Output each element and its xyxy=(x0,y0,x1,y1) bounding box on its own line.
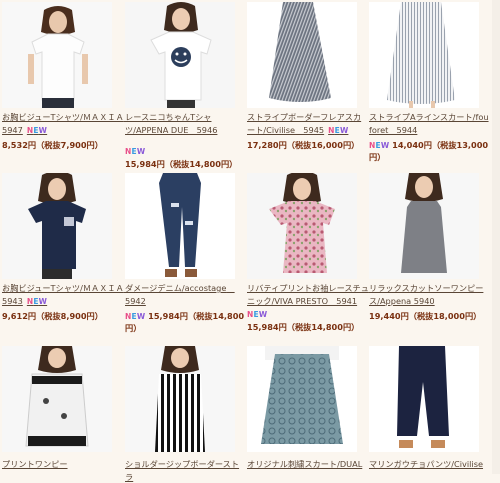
product-image[interactable] xyxy=(2,2,112,108)
product-title-link[interactable]: プリントワンピー xyxy=(2,458,124,471)
product-title-link[interactable]: レースニコちゃんTシャツ/APPENA DUE 5946 xyxy=(125,111,247,136)
product-image[interactable] xyxy=(247,173,357,279)
product-image[interactable] xyxy=(369,2,479,108)
new-badge: NEW xyxy=(125,312,146,321)
product-price: 19,440円（税抜18,000円） xyxy=(369,311,482,321)
product-image[interactable] xyxy=(247,346,357,452)
product-title-link[interactable]: リラックスカットソーワンピース/Appena 5940 xyxy=(369,282,491,307)
new-badge: NEW xyxy=(26,125,48,135)
product-image[interactable] xyxy=(125,346,235,452)
product-grid: お胸ビジューTシャツ/ＭＡＸＩＡ 5947 NEW 8,532円（税抜7,900円… xyxy=(0,0,500,482)
product-title-link[interactable]: お胸ビジューTシャツ/ＭＡＸＩＡ 5947 NEW xyxy=(2,111,132,137)
product-price: NEW 15,984円（税抜14,800円） xyxy=(125,147,247,170)
product-title-link[interactable]: リバティプリントお袖レースチュニック/VIVA PRESTO 5941 xyxy=(247,282,369,307)
product-title-link[interactable]: お胸ビジューTシャツ/ＭＡＸＩＡ 5943 NEW xyxy=(2,282,132,308)
product-price: NEW 15,984円（税抜14,800円） xyxy=(125,311,245,333)
product-image[interactable] xyxy=(369,173,479,279)
new-badge: NEW xyxy=(26,296,48,306)
product-price: NEW 14,040円（税抜13,000円） xyxy=(369,140,489,162)
new-badge: NEW xyxy=(247,310,268,319)
scrollbar-track[interactable] xyxy=(492,0,500,474)
product-price: 17,280円（税抜16,000円） xyxy=(247,140,360,150)
product-title-link[interactable]: オリジナル刺繍スカート/DUAL xyxy=(247,458,369,471)
product-image[interactable] xyxy=(2,173,112,279)
product-price: 9,612円（税抜8,900円） xyxy=(2,311,103,321)
product-title-link[interactable]: ストライプボーダーフレアスカート/Civilise 5945 NEW xyxy=(247,111,369,137)
product-price: NEW 15,984円（税抜14,800円） xyxy=(247,310,369,333)
new-badge: NEW xyxy=(125,147,146,156)
product-title-link[interactable]: ダメージデニム/accostage 5942 xyxy=(125,282,247,307)
product-price: 8,532円（税抜7,900円） xyxy=(2,140,103,150)
product-image[interactable] xyxy=(369,346,479,452)
product-image[interactable] xyxy=(125,173,235,279)
product-image[interactable] xyxy=(247,2,357,108)
product-image[interactable] xyxy=(2,346,112,452)
new-badge: NEW xyxy=(369,141,390,150)
new-badge: NEW xyxy=(328,125,349,135)
product-image[interactable] xyxy=(125,2,235,108)
product-title-link[interactable]: ストライプAラインスカート/fou foret 5944 xyxy=(369,111,491,136)
product-title-link[interactable]: マリンガウチョパンツ/Civilise xyxy=(369,458,491,471)
product-title-link[interactable]: ショルダージップボーダーストラ xyxy=(125,458,247,483)
